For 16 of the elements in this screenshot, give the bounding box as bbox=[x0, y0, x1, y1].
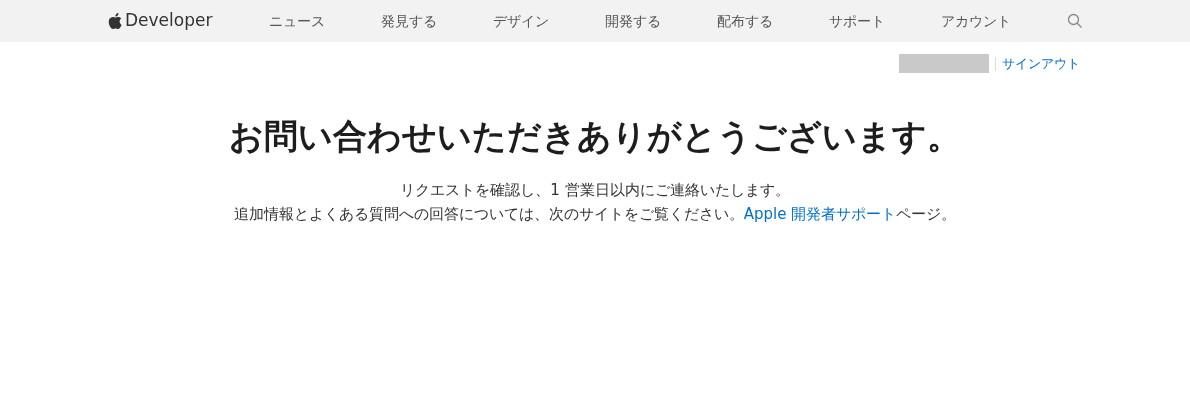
info-text: 追加情報とよくある質問への回答については、次のサイトをご覧ください。 bbox=[233, 204, 744, 223]
confirmation-text: リクエストを確認し、1 営業日以内にご連絡いたします。 bbox=[400, 179, 790, 201]
nav-link[interactable]: 開発する bbox=[604, 10, 661, 32]
nav-link[interactable]: デザイン bbox=[492, 10, 549, 32]
nav-link[interactable]: アカウント bbox=[940, 10, 1011, 32]
nav-link[interactable]: サポート bbox=[828, 10, 885, 32]
nav-link[interactable]: ニュース bbox=[268, 10, 325, 32]
support-link[interactable]: Apple 開発者サポート bbox=[743, 204, 897, 223]
page-heading: お問い合わせいただきありがとうございます。 bbox=[228, 114, 962, 158]
search-icon[interactable] bbox=[1066, 13, 1083, 29]
info-text: ページ。 bbox=[896, 204, 957, 223]
nav-link[interactable]: 配布する bbox=[716, 10, 773, 32]
developer-logo[interactable]: Developer bbox=[108, 8, 213, 34]
apple-icon bbox=[108, 13, 122, 29]
nav-link[interactable]: 発見する bbox=[380, 10, 437, 32]
sign-out-link[interactable]: サインアウト bbox=[1002, 54, 1080, 74]
